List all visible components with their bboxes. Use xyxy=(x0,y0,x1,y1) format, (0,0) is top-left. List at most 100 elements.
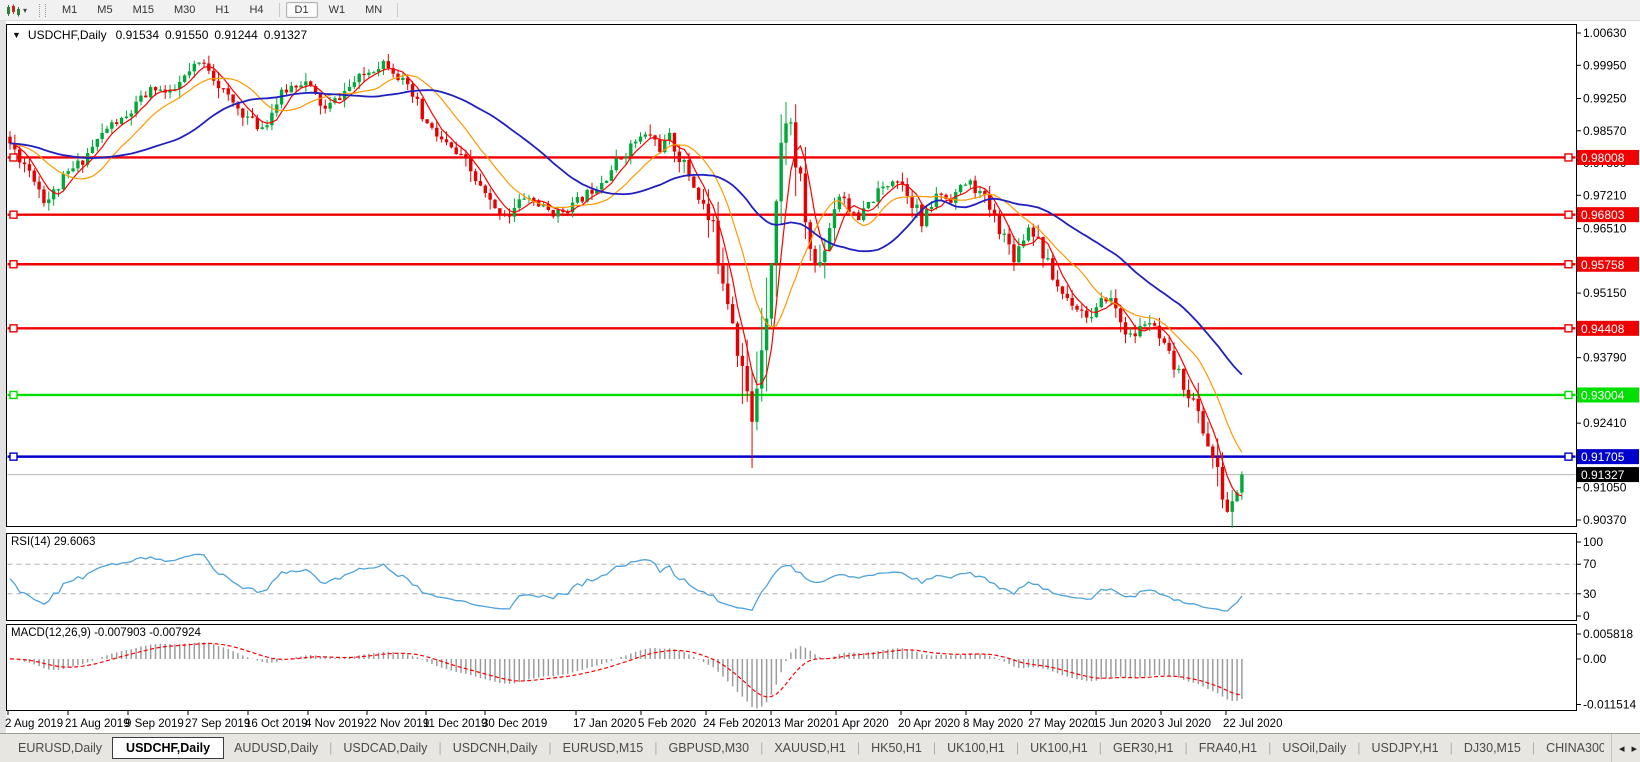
chart-tab-ger30-h1[interactable]: GER30,H1 xyxy=(1103,738,1183,758)
line-handle[interactable] xyxy=(9,324,18,333)
candle-body xyxy=(37,181,41,190)
price-axis[interactable]: 1.006300.999500.992500.985700.978900.972… xyxy=(1576,26,1640,527)
candle-body xyxy=(1099,298,1103,308)
timeframe-button-h1[interactable]: H1 xyxy=(206,2,238,18)
timeframe-button-mn[interactable]: MN xyxy=(356,2,391,18)
candle-body xyxy=(56,189,61,191)
timeframe-button-d1[interactable]: D1 xyxy=(285,2,318,18)
line-handle[interactable] xyxy=(1564,390,1573,400)
chart-tab-audusd-daily[interactable]: AUDUSD,Daily xyxy=(224,738,328,758)
timeframe-button-m1[interactable]: M1 xyxy=(53,2,86,18)
price-panel[interactable] xyxy=(6,24,1577,527)
line-handle[interactable] xyxy=(1564,452,1573,461)
tabs-scroll-right-icon[interactable]: ▸ xyxy=(1631,742,1637,755)
candle-body xyxy=(381,61,386,69)
candle-body xyxy=(924,208,929,227)
chart-tab-usdjpy-h1[interactable]: USDJPY,H1 xyxy=(1361,738,1448,758)
line-handle[interactable] xyxy=(9,210,18,219)
candle-body xyxy=(779,142,783,202)
candle-body xyxy=(323,105,327,109)
candle-body xyxy=(100,132,104,139)
chart-tab-eurusd-m15[interactable]: EURUSD,M15 xyxy=(553,738,654,758)
date-axis[interactable]: 2 Aug 2019 21 Aug 20199 Sep 2019 27 Sep 20… xyxy=(5,710,1282,731)
timeframe-button-h4[interactable]: H4 xyxy=(240,2,272,18)
line-handle[interactable] xyxy=(1564,260,1573,269)
chart-tab-hk50-h1[interactable]: HK50,H1 xyxy=(861,738,932,758)
chevron-down-icon: ▾ xyxy=(23,5,28,15)
line-handle[interactable] xyxy=(9,153,18,162)
timeframe-button-m30[interactable]: M30 xyxy=(165,2,204,18)
candle-body xyxy=(51,189,56,200)
candle-body xyxy=(90,146,95,153)
candle-body xyxy=(1118,308,1123,323)
tabs-scroll-left-icon[interactable]: ◂ xyxy=(1619,742,1625,755)
date-axis-label: 21 Aug 2019 xyxy=(65,718,130,730)
chart-tab-usdcad-daily[interactable]: USDCAD,Daily xyxy=(333,738,437,758)
line-handle[interactable] xyxy=(1564,324,1573,333)
chart-tab-dj30-m15[interactable]: DJ30,M15 xyxy=(1454,738,1531,758)
chart-tab-usdchf-daily[interactable]: USDCHF,Daily xyxy=(112,737,225,759)
candle-body xyxy=(27,164,32,171)
date-axis-label: 22 Jul 2020 xyxy=(1223,718,1282,730)
symbol-dropdown-icon[interactable]: ▼ xyxy=(12,30,21,40)
tab-separator: | xyxy=(654,741,658,755)
candle-body xyxy=(551,209,555,217)
candle-body xyxy=(1070,297,1074,306)
candle-body xyxy=(823,250,827,263)
candle-body xyxy=(328,102,332,109)
candle-body xyxy=(697,187,701,200)
chart-tab-gbpusd-m30[interactable]: GBPUSD,M30 xyxy=(659,738,760,758)
candle-body xyxy=(1162,338,1166,343)
macd-signal-value: -0.007924 xyxy=(149,627,201,639)
line-handle[interactable] xyxy=(9,452,18,461)
candle-body xyxy=(488,193,492,200)
toolbar-grip[interactable] xyxy=(39,3,47,17)
candle-body xyxy=(76,160,80,169)
chart-tab-china300-h4[interactable]: CHINA300,H4 xyxy=(1536,738,1604,758)
candle-body xyxy=(968,180,972,185)
timeframe-button-w1[interactable]: W1 xyxy=(320,2,355,18)
candle-body xyxy=(1046,258,1050,260)
new-chart-button[interactable]: ▾ xyxy=(2,3,31,18)
candle-body xyxy=(803,173,808,223)
timeframe-button-m5[interactable]: M5 xyxy=(88,2,121,18)
tab-separator: | xyxy=(856,741,861,755)
candle-body xyxy=(444,139,449,143)
candle-body xyxy=(633,141,638,144)
candle-body xyxy=(852,212,856,214)
date-axis-label: 4 Nov 2019 xyxy=(305,718,364,730)
candle-body xyxy=(420,98,424,120)
line-handle[interactable] xyxy=(9,390,18,400)
tab-separator: | xyxy=(329,741,333,755)
candle-body xyxy=(1201,411,1205,434)
candle-body xyxy=(367,72,371,75)
candle-body xyxy=(876,188,880,202)
chart-tab-usoil-daily[interactable]: USOil,Daily xyxy=(1272,738,1356,758)
timeframe-button-m15[interactable]: M15 xyxy=(124,2,163,18)
date-axis-label: 15 Jun 2020 xyxy=(1093,718,1156,730)
line-handle[interactable] xyxy=(9,260,18,269)
line-handle[interactable] xyxy=(1564,153,1573,162)
toolbar-separator xyxy=(397,3,399,17)
candle-body xyxy=(415,96,420,99)
macd-axis-label: -0.011514 xyxy=(1583,697,1636,711)
chart-tab-eurusd-daily[interactable]: EURUSD,Daily xyxy=(8,738,112,758)
price-marker-label: 0.91705 xyxy=(1581,450,1625,464)
chart-tab-uk100-h1[interactable]: UK100,H1 xyxy=(937,738,1015,758)
price-marker-label: 0.96803 xyxy=(1581,208,1625,222)
candle-body xyxy=(992,209,997,215)
chart-tab-usdcnh-daily[interactable]: USDCNH,Daily xyxy=(443,738,548,758)
macd-name: MACD(12,26,9) xyxy=(11,627,91,639)
macd-panel[interactable] xyxy=(6,624,1577,711)
candle-body xyxy=(338,98,342,101)
candle-body xyxy=(260,127,264,130)
candle-body xyxy=(755,388,759,422)
rsi-panel[interactable] xyxy=(6,533,1577,621)
candle-body xyxy=(910,195,914,208)
candle-body xyxy=(61,173,66,190)
line-handle[interactable] xyxy=(1564,210,1573,219)
chart-tab-uk100-h1[interactable]: UK100,H1 xyxy=(1020,738,1098,758)
chart-tab-xauusd-h1[interactable]: XAUUSD,H1 xyxy=(764,738,856,758)
chart-tab-fra40-h1[interactable]: FRA40,H1 xyxy=(1189,738,1267,758)
candle-body xyxy=(231,94,235,103)
